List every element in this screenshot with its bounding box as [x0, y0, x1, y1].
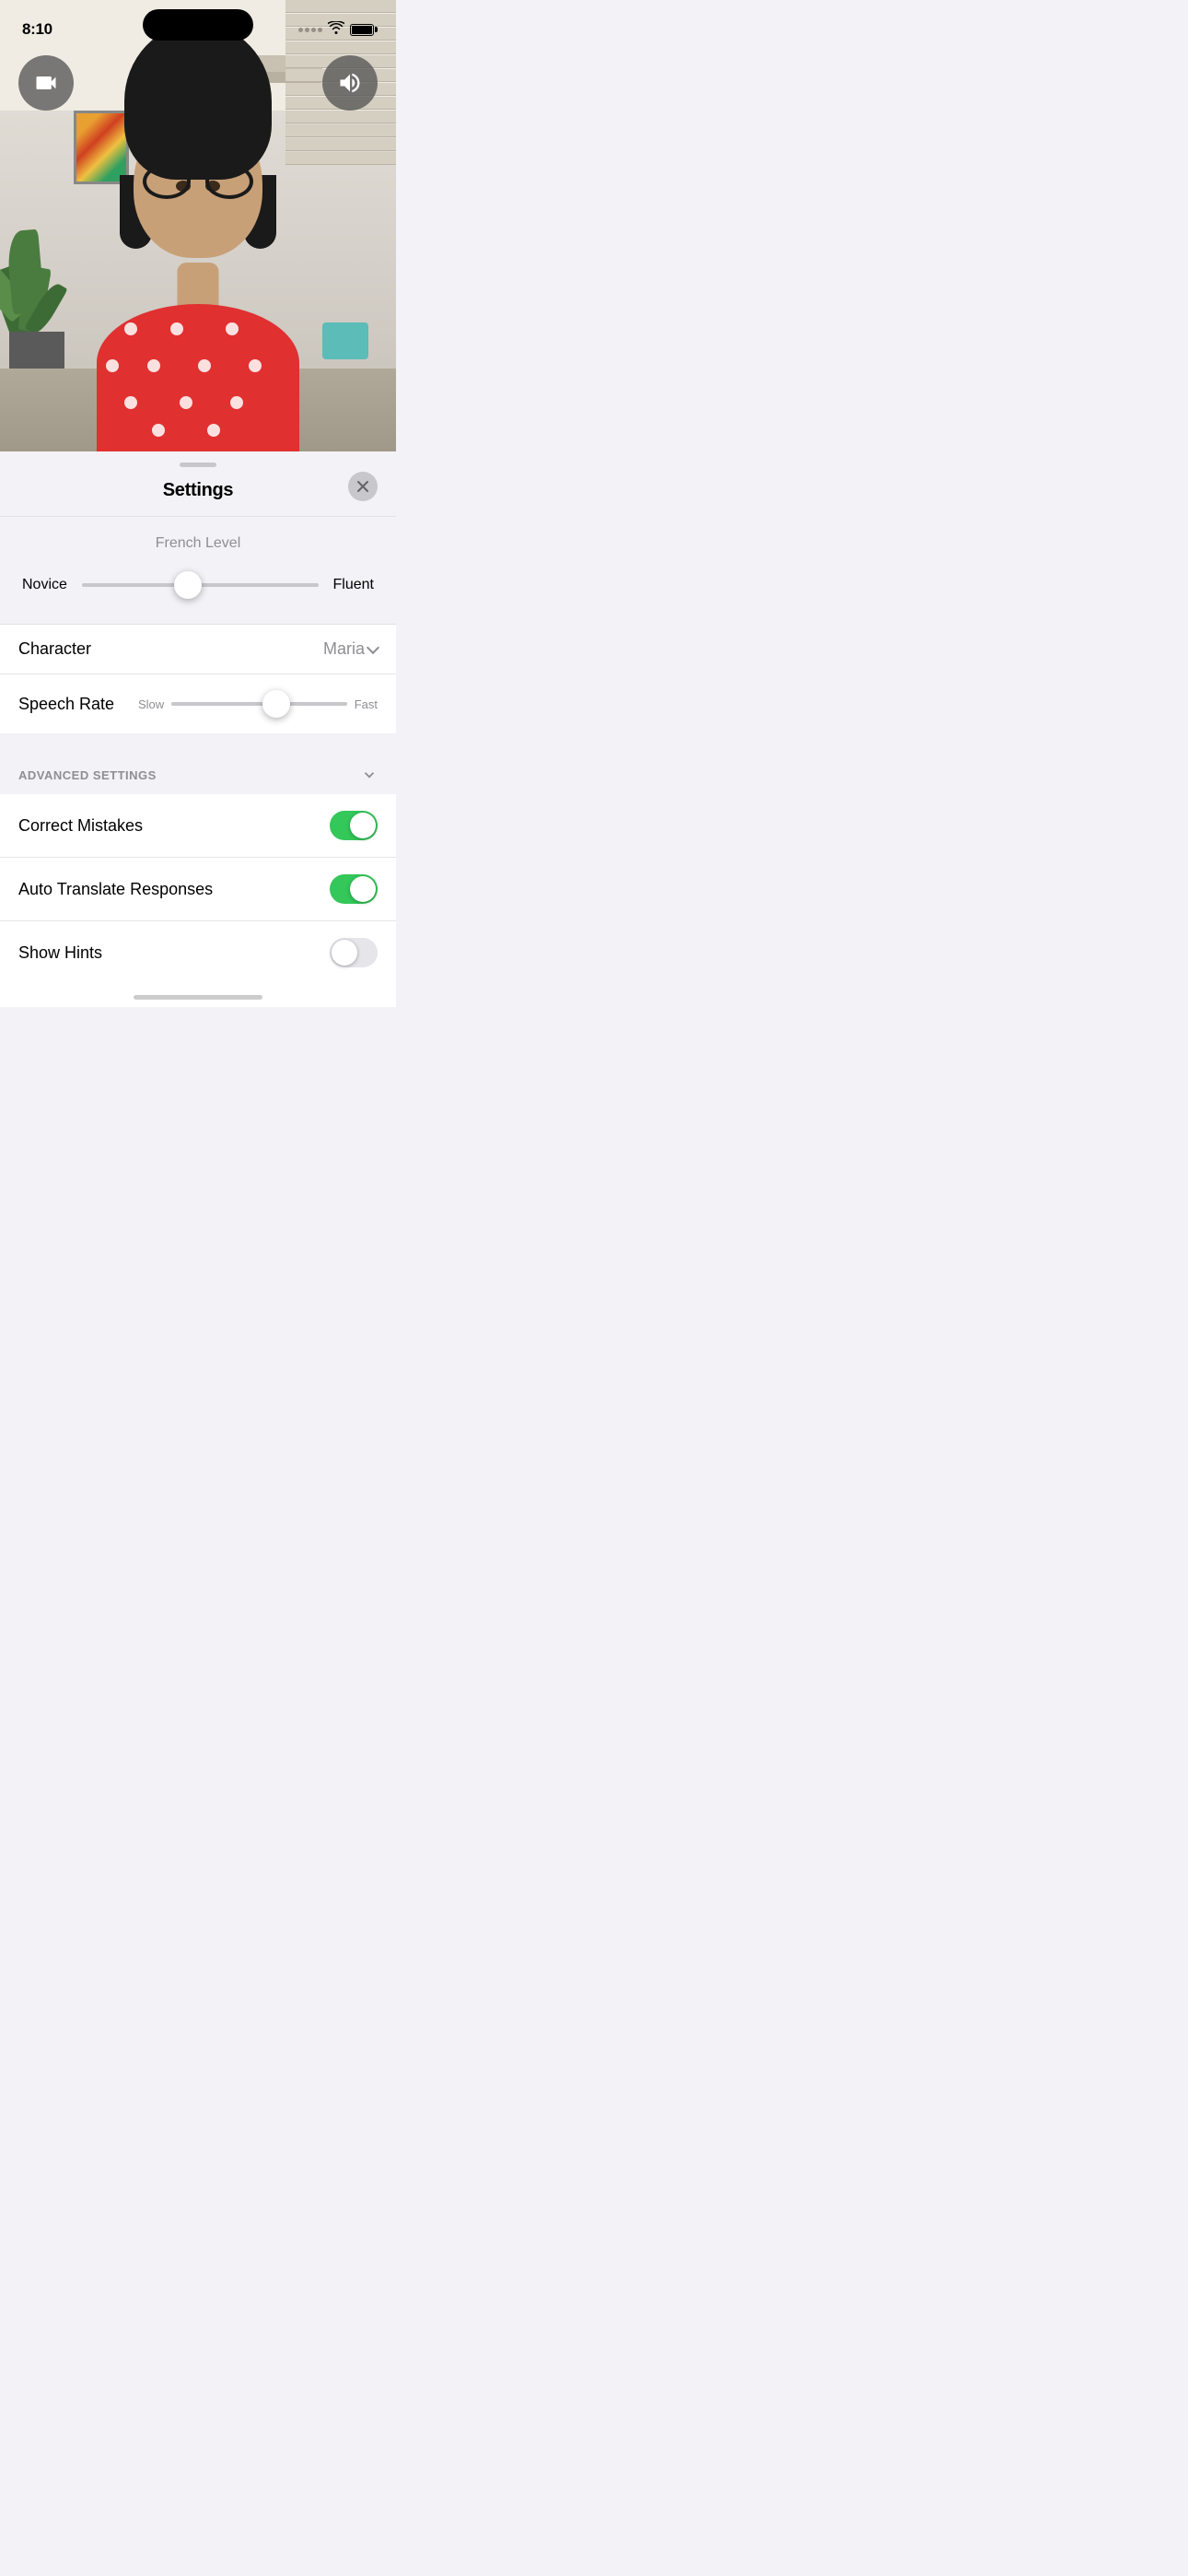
french-level-slider[interactable]	[82, 568, 319, 602]
character-label: Character	[18, 639, 91, 659]
toggle-knob	[350, 876, 376, 902]
video-camera-icon	[33, 70, 59, 96]
status-icons	[298, 21, 374, 39]
toggle-row-correct-mistakes: Correct Mistakes	[0, 794, 396, 858]
character-row[interactable]: Character Maria	[0, 625, 396, 673]
speech-rate-min: Slow	[138, 697, 164, 711]
video-button[interactable]	[18, 55, 74, 111]
advanced-settings-title: ADVANCED SETTINGS	[18, 768, 157, 782]
french-level-max-label: Fluent	[333, 577, 374, 593]
character	[69, 64, 327, 451]
status-time: 8:10	[22, 20, 52, 39]
speech-rate-track	[171, 702, 347, 706]
advanced-settings-header[interactable]: ADVANCED SETTINGS	[18, 767, 378, 783]
speech-rate-slider[interactable]	[171, 687, 347, 720]
toggle-knob	[350, 813, 376, 838]
character-value-text: Maria	[323, 639, 365, 659]
dynamic-island	[143, 9, 253, 41]
hair	[124, 23, 272, 180]
speech-rate-thumb[interactable]	[262, 690, 290, 718]
wifi-icon	[328, 21, 344, 39]
french-level-section: French Level Novice Fluent	[0, 517, 396, 624]
avatar-container	[0, 0, 396, 451]
speech-rate-slider-group: Slow Fast	[138, 687, 378, 720]
advanced-settings-chevron-icon	[361, 767, 378, 783]
teal-box	[322, 322, 368, 359]
speech-rate-label: Speech Rate	[18, 695, 129, 714]
settings-sheet: Settings French Level Novice Fluent Char…	[0, 451, 396, 1007]
french-level-slider-row: Novice Fluent	[22, 568, 374, 602]
status-bar: 8:10	[0, 0, 396, 46]
character-value: Maria	[323, 639, 378, 659]
toggle-show-hints[interactable]	[330, 938, 378, 967]
toggle-knob	[332, 940, 357, 966]
home-bar	[134, 995, 262, 1000]
close-icon	[356, 480, 369, 493]
advanced-settings-section: ADVANCED SETTINGS	[0, 748, 396, 794]
speaker-icon	[337, 70, 363, 96]
sound-button[interactable]	[322, 55, 378, 111]
glasses	[138, 164, 258, 201]
toggles-section: Correct Mistakes Auto Translate Response…	[0, 794, 396, 984]
home-indicator	[0, 984, 396, 1007]
spacer	[0, 733, 396, 748]
character-body	[97, 304, 299, 451]
character-chevron-icon	[367, 640, 379, 653]
neck	[178, 263, 219, 309]
battery-icon	[350, 24, 374, 36]
sheet-handle	[180, 463, 216, 467]
toggle-correct-mistakes[interactable]	[330, 811, 378, 840]
sheet-header: Settings	[0, 471, 396, 516]
toggle-row-auto-translate: Auto Translate Responses	[0, 858, 396, 921]
toggle-show-hints-label: Show Hints	[18, 943, 102, 963]
signal-icon	[298, 28, 322, 32]
slider-thumb[interactable]	[174, 571, 202, 599]
slider-track	[82, 583, 319, 587]
toggle-auto-translate-label: Auto Translate Responses	[18, 880, 213, 899]
close-button[interactable]	[348, 472, 378, 501]
french-level-min-label: Novice	[22, 577, 67, 593]
sheet-handle-container	[0, 451, 396, 471]
speech-rate-row: Speech Rate Slow Fast	[0, 673, 396, 733]
speech-rate-max: Fast	[355, 697, 378, 711]
toggle-correct-mistakes-label: Correct Mistakes	[18, 816, 143, 836]
toggle-row-show-hints: Show Hints	[0, 921, 396, 984]
french-level-label: French Level	[22, 535, 374, 552]
toggle-auto-translate[interactable]	[330, 874, 378, 904]
sheet-title: Settings	[163, 480, 234, 501]
chevron-down-svg	[361, 767, 378, 783]
